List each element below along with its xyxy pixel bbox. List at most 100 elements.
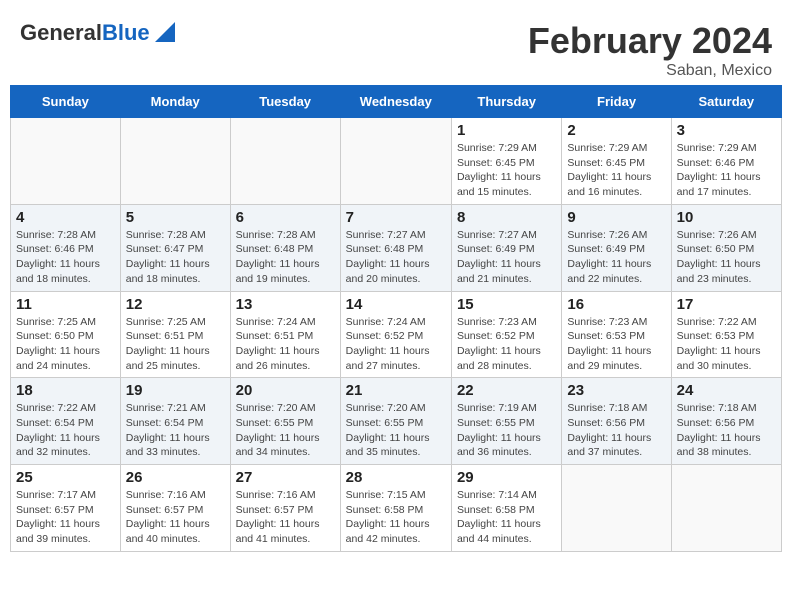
day-number: 21	[346, 382, 446, 399]
day-info: Sunrise: 7:29 AM Sunset: 6:46 PM Dayligh…	[677, 141, 776, 200]
calendar-cell: 10Sunrise: 7:26 AM Sunset: 6:50 PM Dayli…	[671, 204, 781, 291]
calendar-cell	[120, 118, 230, 205]
header-friday: Friday	[562, 86, 671, 118]
day-number: 19	[126, 382, 225, 399]
location-title: Saban, Mexico	[528, 62, 772, 80]
calendar-cell: 3 Sunrise: 7:29 AM Sunset: 6:46 PM Daylig…	[671, 118, 781, 205]
day-number: 28	[346, 469, 446, 486]
calendar-cell: 22 Sunrise: 7:19 AM Sunset: 6:55 PM Dayli…	[451, 378, 561, 465]
week-row-1: 4Sunrise: 7:28 AM Sunset: 6:46 PM Daylig…	[11, 204, 782, 291]
calendar-cell: 14 Sunrise: 7:24 AM Sunset: 6:52 PM Dayli…	[340, 291, 451, 378]
day-info: Sunrise: 7:18 AM Sunset: 6:56 PM Dayligh…	[567, 401, 665, 460]
day-info: Sunrise: 7:21 AM Sunset: 6:54 PM Dayligh…	[126, 401, 225, 460]
day-number: 15	[457, 296, 556, 313]
calendar-header-row: SundayMondayTuesdayWednesdayThursdayFrid…	[11, 86, 782, 118]
week-row-3: 18 Sunrise: 7:22 AM Sunset: 6:54 PM Dayli…	[11, 378, 782, 465]
calendar-cell: 28Sunrise: 7:15 AM Sunset: 6:58 PM Dayli…	[340, 465, 451, 552]
day-info: Sunrise: 7:20 AM Sunset: 6:55 PM Dayligh…	[236, 401, 335, 460]
day-info: Sunrise: 7:23 AM Sunset: 6:53 PM Dayligh…	[567, 315, 665, 374]
month-title: February 2024	[528, 20, 772, 62]
week-row-4: 25Sunrise: 7:17 AM Sunset: 6:57 PM Dayli…	[11, 465, 782, 552]
day-info: Sunrise: 7:19 AM Sunset: 6:55 PM Dayligh…	[457, 401, 556, 460]
calendar-cell: 7Sunrise: 7:27 AM Sunset: 6:48 PM Daylig…	[340, 204, 451, 291]
day-info: Sunrise: 7:28 AM Sunset: 6:47 PM Dayligh…	[126, 228, 225, 287]
day-info: Sunrise: 7:23 AM Sunset: 6:52 PM Dayligh…	[457, 315, 556, 374]
logo-icon	[155, 22, 175, 42]
calendar-cell: 25Sunrise: 7:17 AM Sunset: 6:57 PM Dayli…	[11, 465, 121, 552]
calendar-cell: 8 Sunrise: 7:27 AM Sunset: 6:49 PM Daylig…	[451, 204, 561, 291]
header-monday: Monday	[120, 86, 230, 118]
calendar-cell	[562, 465, 671, 552]
day-number: 26	[126, 469, 225, 486]
day-info: Sunrise: 7:16 AM Sunset: 6:57 PM Dayligh…	[236, 488, 335, 547]
day-info: Sunrise: 7:28 AM Sunset: 6:46 PM Dayligh…	[16, 228, 115, 287]
calendar-cell: 27 Sunrise: 7:16 AM Sunset: 6:57 PM Dayli…	[230, 465, 340, 552]
day-number: 24	[677, 382, 776, 399]
calendar-cell: 6 Sunrise: 7:28 AM Sunset: 6:48 PM Daylig…	[230, 204, 340, 291]
day-info: Sunrise: 7:27 AM Sunset: 6:49 PM Dayligh…	[457, 228, 556, 287]
day-number: 12	[126, 296, 225, 313]
day-number: 8	[457, 209, 556, 226]
day-number: 18	[16, 382, 115, 399]
day-info: Sunrise: 7:24 AM Sunset: 6:52 PM Dayligh…	[346, 315, 446, 374]
day-info: Sunrise: 7:29 AM Sunset: 6:45 PM Dayligh…	[457, 141, 556, 200]
header-saturday: Saturday	[671, 86, 781, 118]
header-sunday: Sunday	[11, 86, 121, 118]
day-number: 5	[126, 209, 225, 226]
calendar-cell: 24 Sunrise: 7:18 AM Sunset: 6:56 PM Dayli…	[671, 378, 781, 465]
calendar-cell: 5 Sunrise: 7:28 AM Sunset: 6:47 PM Daylig…	[120, 204, 230, 291]
calendar-cell: 9 Sunrise: 7:26 AM Sunset: 6:49 PM Daylig…	[562, 204, 671, 291]
calendar-cell: 12Sunrise: 7:25 AM Sunset: 6:51 PM Dayli…	[120, 291, 230, 378]
calendar-cell	[340, 118, 451, 205]
calendar-cell: 23 Sunrise: 7:18 AM Sunset: 6:56 PM Dayli…	[562, 378, 671, 465]
day-number: 17	[677, 296, 776, 313]
day-number: 10	[677, 209, 776, 226]
day-number: 9	[567, 209, 665, 226]
day-info: Sunrise: 7:24 AM Sunset: 6:51 PM Dayligh…	[236, 315, 335, 374]
day-info: Sunrise: 7:22 AM Sunset: 6:54 PM Dayligh…	[16, 401, 115, 460]
title-block: February 2024 Saban, Mexico	[528, 20, 772, 80]
week-row-2: 11Sunrise: 7:25 AM Sunset: 6:50 PM Dayli…	[11, 291, 782, 378]
calendar-cell	[671, 465, 781, 552]
day-info: Sunrise: 7:14 AM Sunset: 6:58 PM Dayligh…	[457, 488, 556, 547]
header-wednesday: Wednesday	[340, 86, 451, 118]
day-info: Sunrise: 7:26 AM Sunset: 6:49 PM Dayligh…	[567, 228, 665, 287]
logo: GeneralBlue	[20, 20, 175, 54]
calendar-cell: 29 Sunrise: 7:14 AM Sunset: 6:58 PM Dayli…	[451, 465, 561, 552]
header-tuesday: Tuesday	[230, 86, 340, 118]
day-number: 1	[457, 122, 556, 139]
day-info: Sunrise: 7:16 AM Sunset: 6:57 PM Dayligh…	[126, 488, 225, 547]
calendar-cell: 4Sunrise: 7:28 AM Sunset: 6:46 PM Daylig…	[11, 204, 121, 291]
day-info: Sunrise: 7:28 AM Sunset: 6:48 PM Dayligh…	[236, 228, 335, 287]
calendar-cell: 18 Sunrise: 7:22 AM Sunset: 6:54 PM Dayli…	[11, 378, 121, 465]
day-info: Sunrise: 7:18 AM Sunset: 6:56 PM Dayligh…	[677, 401, 776, 460]
week-row-0: 1 Sunrise: 7:29 AM Sunset: 6:45 PM Daylig…	[11, 118, 782, 205]
calendar-cell: 26 Sunrise: 7:16 AM Sunset: 6:57 PM Dayli…	[120, 465, 230, 552]
calendar-cell: 20Sunrise: 7:20 AM Sunset: 6:55 PM Dayli…	[230, 378, 340, 465]
day-info: Sunrise: 7:27 AM Sunset: 6:48 PM Dayligh…	[346, 228, 446, 287]
day-number: 29	[457, 469, 556, 486]
calendar-cell: 15 Sunrise: 7:23 AM Sunset: 6:52 PM Dayli…	[451, 291, 561, 378]
day-info: Sunrise: 7:20 AM Sunset: 6:55 PM Dayligh…	[346, 401, 446, 460]
calendar-cell: 17 Sunrise: 7:22 AM Sunset: 6:53 PM Dayli…	[671, 291, 781, 378]
day-number: 13	[236, 296, 335, 313]
calendar-cell: 13 Sunrise: 7:24 AM Sunset: 6:51 PM Dayli…	[230, 291, 340, 378]
calendar-cell: 16 Sunrise: 7:23 AM Sunset: 6:53 PM Dayli…	[562, 291, 671, 378]
day-number: 27	[236, 469, 335, 486]
logo-general: General	[20, 20, 102, 45]
calendar-cell: 21 Sunrise: 7:20 AM Sunset: 6:55 PM Dayli…	[340, 378, 451, 465]
day-number: 2	[567, 122, 665, 139]
day-number: 3	[677, 122, 776, 139]
day-number: 16	[567, 296, 665, 313]
header-thursday: Thursday	[451, 86, 561, 118]
day-number: 11	[16, 296, 115, 313]
day-number: 23	[567, 382, 665, 399]
day-number: 14	[346, 296, 446, 313]
day-number: 22	[457, 382, 556, 399]
logo-blue: Blue	[102, 20, 150, 45]
day-number: 6	[236, 209, 335, 226]
calendar-table: SundayMondayTuesdayWednesdayThursdayFrid…	[10, 85, 782, 552]
calendar-cell: 2 Sunrise: 7:29 AM Sunset: 6:45 PM Daylig…	[562, 118, 671, 205]
day-info: Sunrise: 7:22 AM Sunset: 6:53 PM Dayligh…	[677, 315, 776, 374]
day-info: Sunrise: 7:29 AM Sunset: 6:45 PM Dayligh…	[567, 141, 665, 200]
